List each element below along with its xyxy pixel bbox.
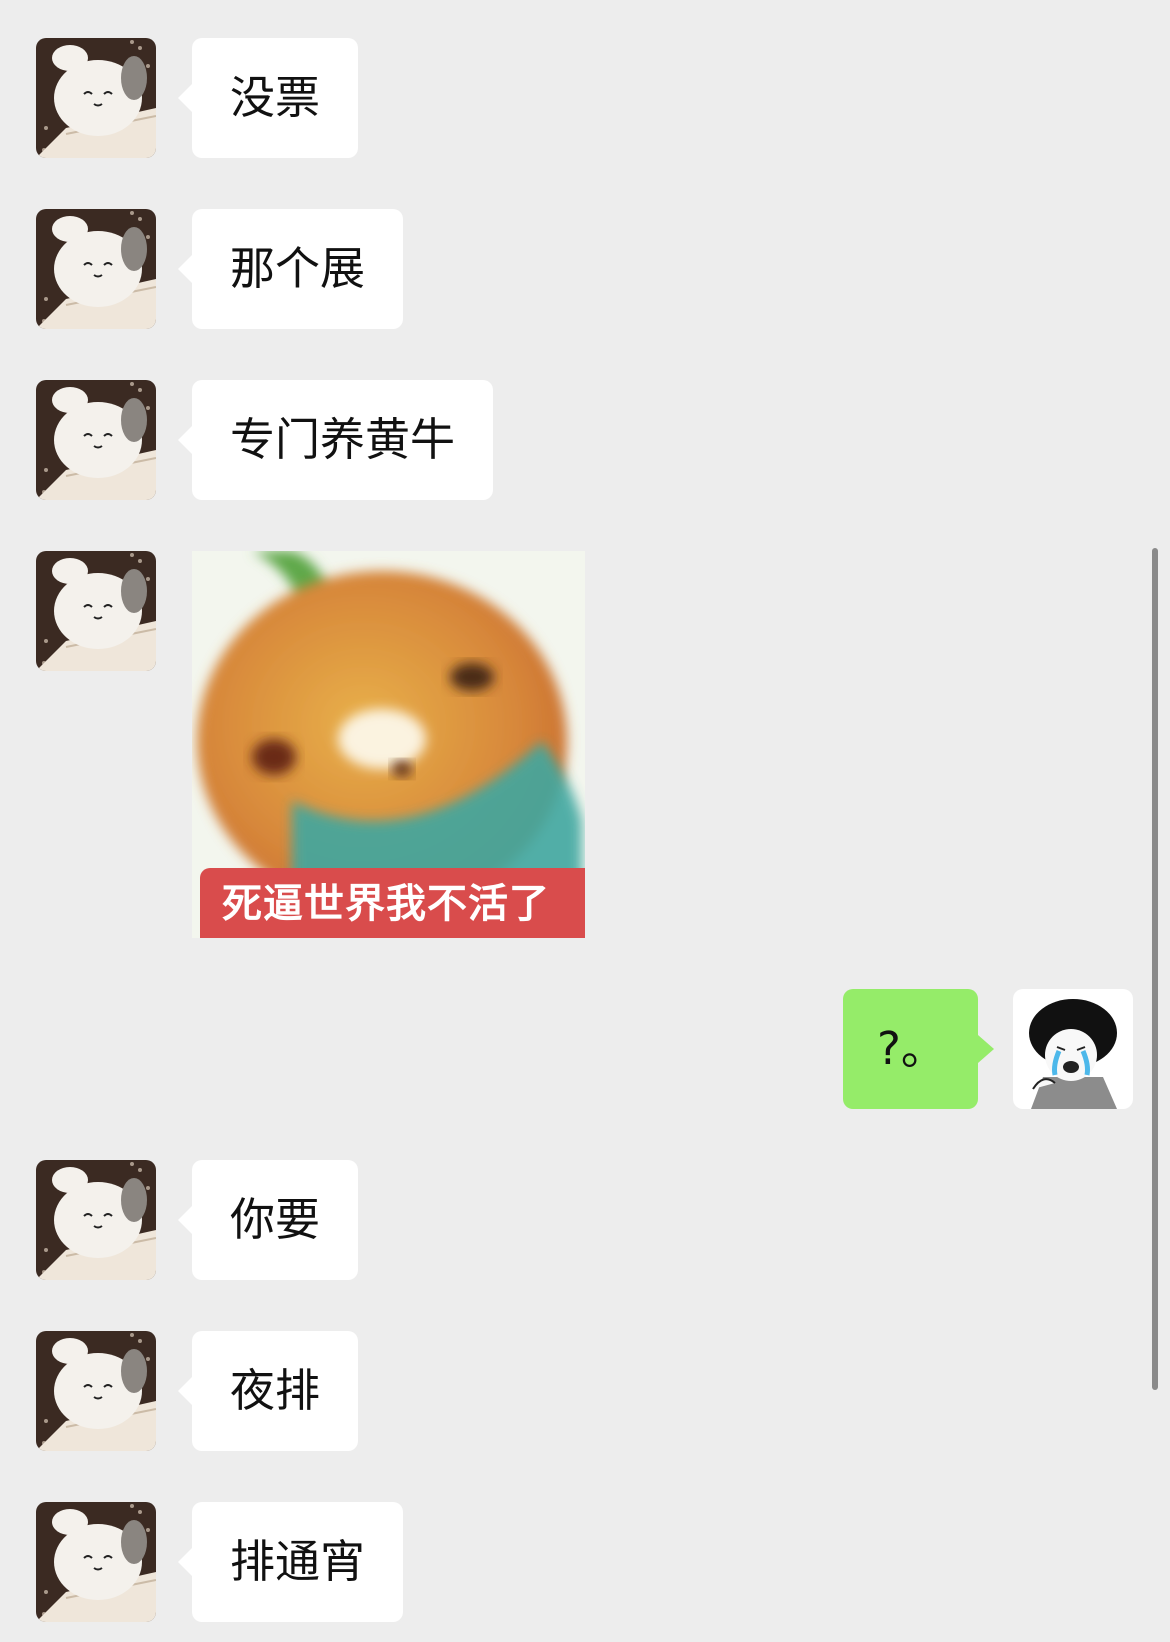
chat-scrollbar[interactable] [1152, 548, 1158, 1390]
contact-avatar[interactable] [36, 380, 156, 500]
contact-avatar[interactable] [36, 551, 156, 671]
message-row: 没票 [0, 38, 1170, 158]
plush-toy-avatar-icon [36, 38, 156, 158]
crying-cartoon-avatar-icon [1013, 989, 1133, 1109]
sticker-caption: 死逼世界我不活了 [200, 868, 585, 938]
message-row: 专门养黄牛 [0, 380, 1170, 500]
plush-toy-avatar-icon [36, 1160, 156, 1280]
plush-toy-avatar-icon [36, 1502, 156, 1622]
message-row: 你要 [0, 1160, 1170, 1280]
contact-avatar[interactable] [36, 1331, 156, 1451]
outgoing-message-bubble[interactable]: ?。 [843, 989, 994, 1109]
plush-toy-avatar-icon [36, 209, 156, 329]
self-avatar[interactable] [1013, 989, 1133, 1109]
plush-toy-avatar-icon [36, 1331, 156, 1451]
sticker-image[interactable]: 死逼世界我不活了 [192, 551, 585, 938]
message-row: ?。 [0, 989, 1170, 1109]
contact-avatar[interactable] [36, 38, 156, 158]
message-row: 排通宵 [0, 1502, 1170, 1622]
message-row: 那个展 [0, 209, 1170, 329]
contact-avatar[interactable] [36, 209, 156, 329]
incoming-message-bubble[interactable]: 专门养黄牛 [177, 380, 494, 500]
plush-toy-avatar-icon [36, 551, 156, 671]
incoming-message-bubble[interactable]: 没票 [177, 38, 359, 158]
contact-avatar[interactable] [36, 1160, 156, 1280]
message-row: 夜排 [0, 1331, 1170, 1451]
contact-avatar[interactable] [36, 1502, 156, 1622]
incoming-message-bubble[interactable]: 你要 [177, 1160, 359, 1280]
plush-toy-avatar-icon [36, 380, 156, 500]
incoming-message-bubble[interactable]: 夜排 [177, 1331, 359, 1451]
message-row: 死逼世界我不活了 [0, 551, 1170, 938]
incoming-message-bubble[interactable]: 排通宵 [177, 1502, 404, 1622]
incoming-message-bubble[interactable]: 那个展 [177, 209, 404, 329]
